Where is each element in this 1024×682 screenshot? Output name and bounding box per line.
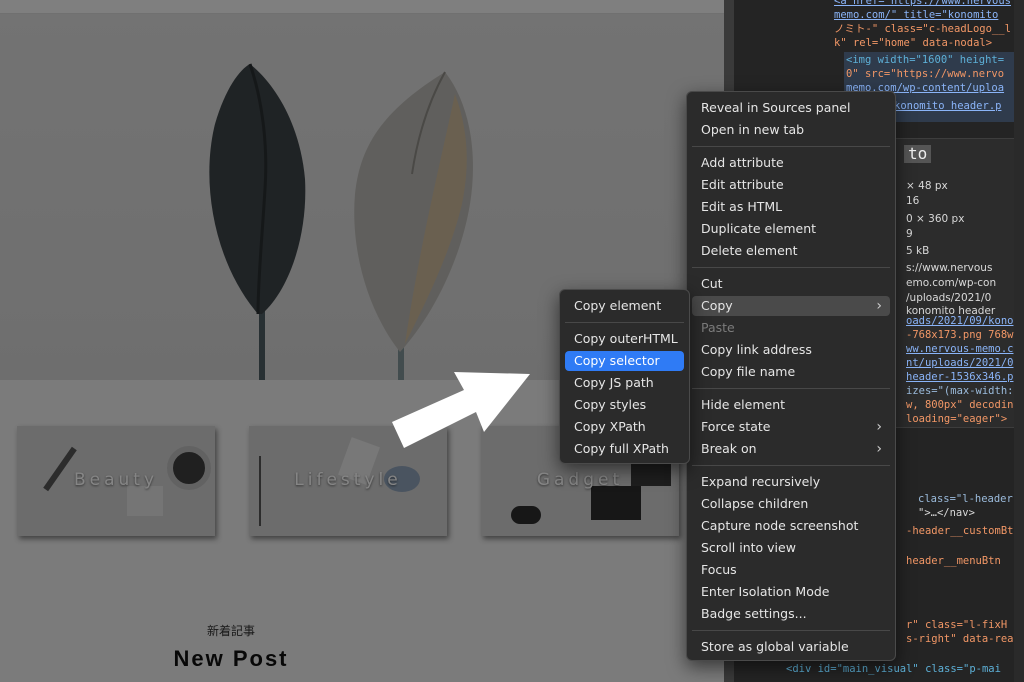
dom-line[interactable]: ww.nervous-memo.c — [906, 342, 1013, 356]
menu-item-delete-element[interactable]: Delete element — [692, 241, 890, 261]
chevron-right-icon: › — [876, 419, 882, 435]
menu-item-edit-attribute[interactable]: Edit attribute — [692, 175, 890, 195]
menu-item-hide-element[interactable]: Hide element — [692, 395, 890, 415]
menu-item-edit-as-html[interactable]: Edit as HTML — [692, 197, 890, 217]
image-url-line: emo.com/wp-con — [906, 277, 997, 289]
dom-line[interactable]: ノミト-" class="c-headLogo__l — [834, 22, 1011, 36]
dom-line[interactable]: header-1536x346.p — [906, 370, 1013, 384]
dom-line[interactable]: k" rel="home" data-nodal> — [834, 36, 992, 50]
dom-line[interactable]: memo.com/" title="konomito — [834, 9, 998, 21]
dom-line[interactable]: 0" src="https://www.nervo — [846, 67, 1004, 81]
menu-item-duplicate-element[interactable]: Duplicate element — [692, 219, 890, 239]
menu-item-store-as-global-variable[interactable]: Store as global variable — [692, 637, 890, 657]
annotation-arrow-icon — [392, 372, 530, 448]
submenu-item-copy-element[interactable]: Copy element — [565, 296, 684, 316]
dom-line[interactable]: <div id="main_visual" class="p-mai — [786, 662, 1001, 676]
menu-item-enter-isolation-mode[interactable]: Enter Isolation Mode — [692, 582, 890, 602]
image-file-size: 5 kB — [906, 245, 930, 257]
chevron-right-icon: › — [876, 441, 882, 457]
dom-line[interactable]: izes="(max-width: — [906, 384, 1013, 398]
menu-item-expand-recursively[interactable]: Expand recursively — [692, 472, 890, 492]
submenu-item-copy-js-path[interactable]: Copy JS path — [565, 373, 684, 393]
menu-separator — [692, 630, 890, 631]
menu-item-cut[interactable]: Cut — [692, 274, 890, 294]
menu-item-copy-file-name[interactable]: Copy file name — [692, 362, 890, 382]
menu-item-focus[interactable]: Focus — [692, 560, 890, 580]
menu-separator — [692, 267, 890, 268]
image-aspect-2: 9 — [906, 228, 913, 240]
dom-line[interactable]: class="l-header — [918, 492, 1013, 506]
menu-item-add-attribute[interactable]: Add attribute — [692, 153, 890, 173]
menu-item-scroll-into-view[interactable]: Scroll into view — [692, 538, 890, 558]
menu-separator — [692, 146, 890, 147]
image-aspect: 16 — [906, 195, 920, 207]
submenu-item-copy-outerhtml[interactable]: Copy outerHTML — [565, 329, 684, 349]
submenu-item-copy-xpath[interactable]: Copy XPath — [565, 417, 684, 437]
menu-separator — [565, 322, 684, 323]
menu-item-break-on[interactable]: Break on › — [692, 439, 890, 459]
menu-item-force-state[interactable]: Force state › — [692, 417, 890, 437]
dom-line[interactable]: konomito header.p — [894, 99, 1001, 113]
dom-line[interactable]: <img width="1600" height= — [846, 53, 1004, 67]
menu-item-copy[interactable]: Copy › — [692, 296, 890, 316]
menu-item-open-in-new-tab[interactable]: Open in new tab — [692, 120, 890, 140]
dom-line[interactable]: ">…</nav> — [918, 506, 975, 520]
menu-item-badge-settings[interactable]: Badge settings... — [692, 604, 890, 624]
menu-item-collapse-children[interactable]: Collapse children — [692, 494, 890, 514]
dom-line[interactable]: nt/uploads/2021/0 — [906, 356, 1013, 370]
image-preview-text: to — [904, 145, 932, 163]
dom-line[interactable]: oads/2021/09/kono — [906, 314, 1013, 328]
submenu-item-copy-styles[interactable]: Copy styles — [565, 395, 684, 415]
image-url-line: s://www.nervous — [906, 262, 993, 274]
menu-item-reveal-in-sources[interactable]: Reveal in Sources panel — [692, 98, 890, 118]
menu-separator — [692, 388, 890, 389]
chevron-right-icon: › — [876, 298, 882, 314]
menu-item-paste: Paste — [701, 320, 735, 335]
dom-line[interactable]: r" class="l-fixH — [906, 618, 1007, 632]
dom-line[interactable]: header__menuBtn — [906, 554, 1001, 568]
submenu-item-copy-selector[interactable]: Copy selector — [565, 351, 684, 371]
dom-line[interactable]: -768x173.png 768w — [906, 328, 1013, 342]
dom-line[interactable]: -header__customBt — [906, 524, 1013, 538]
dom-line[interactable]: s-right" data-rea — [906, 632, 1013, 646]
devtools-scrollbar[interactable] — [1014, 0, 1024, 682]
dom-line[interactable]: <a href= https://www.nervous — [834, 0, 1011, 8]
dom-line[interactable]: loading="eager"> — [906, 412, 1007, 426]
submenu-item-copy-full-xpath[interactable]: Copy full XPath — [565, 439, 684, 459]
dom-line[interactable]: w, 800px" decodin — [906, 398, 1013, 412]
menu-item-capture-node-screenshot[interactable]: Capture node screenshot — [692, 516, 890, 536]
copy-submenu: Copy element Copy outerHTML Copy selecto… — [559, 289, 690, 464]
image-url-line: /uploads/2021/0 — [906, 292, 992, 304]
image-intrinsic-size: 0 × 360 px — [906, 213, 965, 225]
menu-separator — [692, 465, 890, 466]
menu-item-copy-link-address[interactable]: Copy link address — [692, 340, 890, 360]
image-rendered-size: × 48 px — [906, 180, 948, 192]
context-menu: Reveal in Sources panel Open in new tab … — [686, 91, 896, 661]
